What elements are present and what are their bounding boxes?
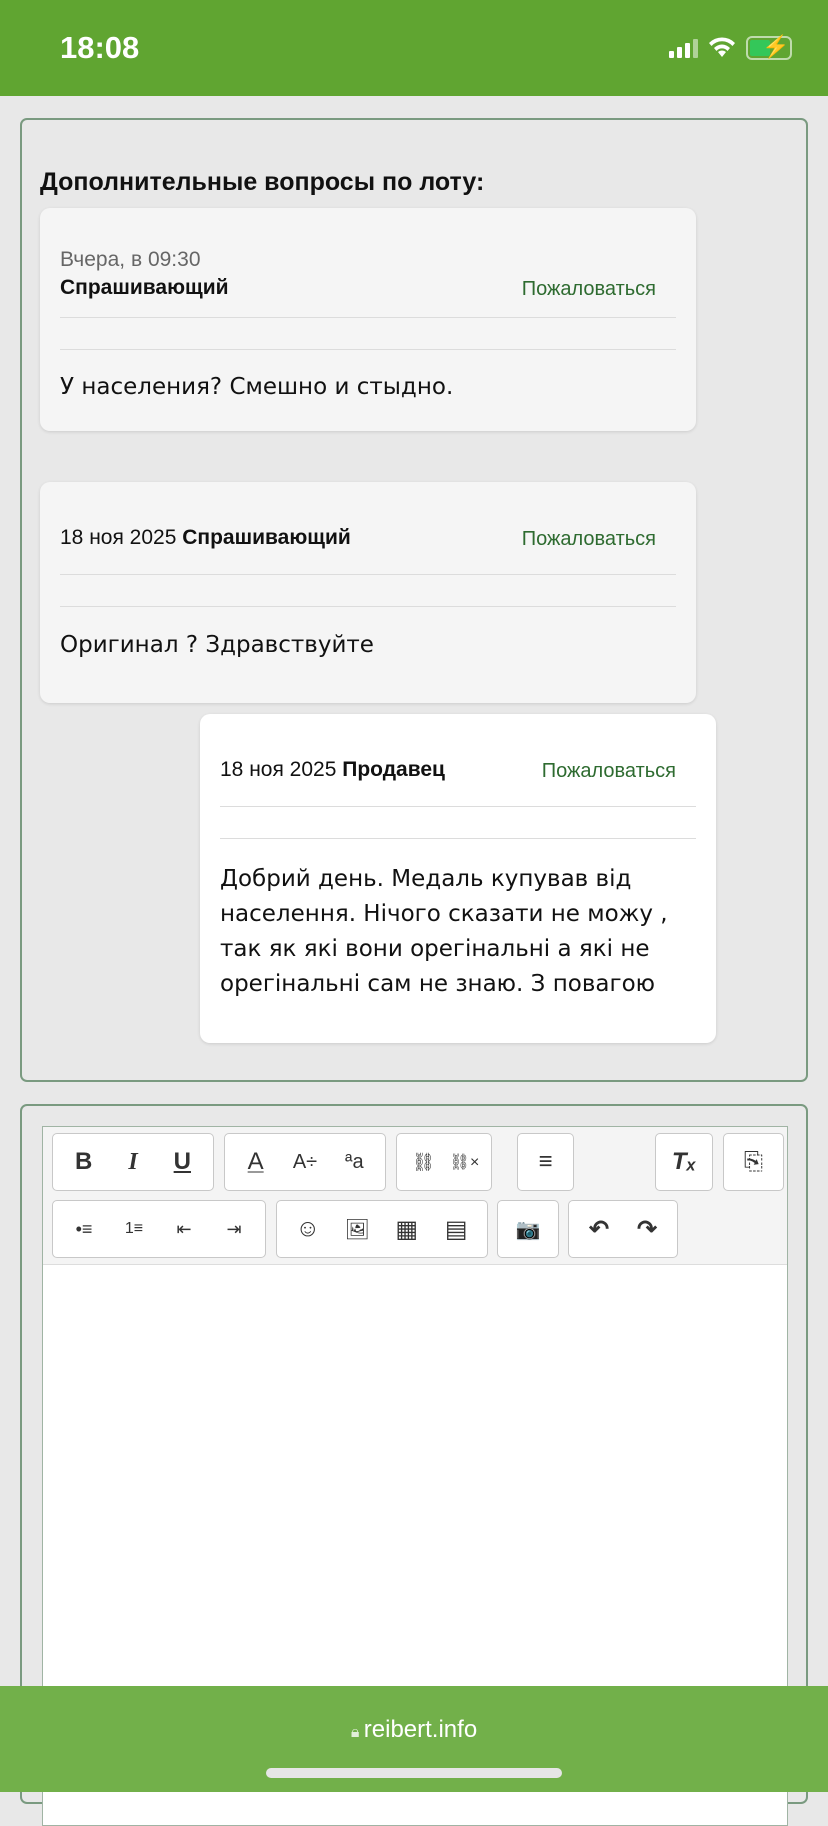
comment-text: У населения? Смешно и стыдно. xyxy=(60,374,454,400)
image-button[interactable]: 🖼 xyxy=(337,1217,377,1242)
comment-date: 18 ноя 2025 xyxy=(60,526,177,549)
font-color-button[interactable]: A xyxy=(236,1148,276,1176)
comment-author: Спрашивающий xyxy=(182,526,351,549)
browser-bar: 🔒︎ reibert.info xyxy=(0,1686,828,1792)
seller-reply-card: 18 ноя 2025 Продавец Пожаловаться Добрий… xyxy=(200,714,716,1043)
divider xyxy=(60,574,676,575)
url-text: reibert.info xyxy=(363,1716,478,1743)
wifi-icon xyxy=(709,37,735,57)
indent-button[interactable]: ⇥ xyxy=(214,1219,254,1240)
comment-author: Продавец xyxy=(342,758,445,781)
template-button[interactable]: ▤ xyxy=(436,1215,476,1244)
url-field[interactable]: 🔒︎ reibert.info xyxy=(0,1716,828,1744)
comment-text: Добрий день. Медаль купував від населенн… xyxy=(220,866,668,997)
redo-button[interactable]: ↷ xyxy=(627,1215,667,1244)
camera-button[interactable]: 📷 xyxy=(508,1217,548,1242)
report-link[interactable]: Пожаловаться xyxy=(522,278,656,301)
comment-date: 18 ноя 2025 xyxy=(220,758,337,781)
questions-panel: Дополнительные вопросы по лоту: Вчера, в… xyxy=(20,118,808,1082)
section-title: Дополнительные вопросы по лоту: xyxy=(40,168,485,196)
editor-toolbar: B I U A A÷ ªa ⛓ ⛓× ≡ Tₓ ⎘ •≡ 1≡ ⇤ ⇥ ☺ 🖼 … xyxy=(43,1127,787,1265)
undo-button[interactable]: ↶ xyxy=(579,1215,619,1244)
underline-button[interactable]: U xyxy=(162,1148,202,1176)
status-bar: 18:08 ⚡ xyxy=(0,0,828,96)
bold-button[interactable]: B xyxy=(64,1148,104,1176)
comment-card: Вчера, в 09:30 Спрашивающий Пожаловаться… xyxy=(40,208,696,431)
comment-card: 18 ноя 2025 Спрашивающий Пожаловаться Ор… xyxy=(40,482,696,703)
comment-date: Вчера, в 09:30 xyxy=(60,248,201,271)
source-button[interactable]: ⎘ xyxy=(734,1148,774,1176)
home-indicator[interactable] xyxy=(266,1768,562,1778)
numbered-list-button[interactable]: 1≡ xyxy=(114,1220,154,1238)
unlink-button[interactable]: ⛓× xyxy=(445,1152,485,1172)
link-button[interactable]: ⛓ xyxy=(404,1152,444,1173)
divider xyxy=(220,838,696,839)
report-link[interactable]: Пожаловаться xyxy=(542,760,676,783)
align-button[interactable]: ≡ xyxy=(526,1148,566,1176)
lock-icon: 🔒︎ xyxy=(350,1724,364,1741)
smiley-button[interactable]: ☺ xyxy=(288,1215,328,1243)
signal-icon xyxy=(669,38,698,58)
clock: 18:08 xyxy=(60,30,140,65)
clear-format-button[interactable]: Tₓ xyxy=(664,1148,704,1176)
outdent-button[interactable]: ⇤ xyxy=(164,1219,204,1240)
comment-text: Оригинал ? Здравствуйте xyxy=(60,632,374,658)
battery-icon: ⚡ xyxy=(746,34,792,60)
bullet-list-button[interactable]: •≡ xyxy=(64,1219,104,1240)
divider xyxy=(60,317,676,318)
media-button[interactable]: ▦ xyxy=(387,1215,427,1244)
font-size-button[interactable]: A÷ xyxy=(285,1151,325,1174)
divider xyxy=(60,349,676,350)
comment-author: Спрашивающий xyxy=(60,276,229,299)
divider xyxy=(60,606,676,607)
report-link[interactable]: Пожаловаться xyxy=(522,528,656,551)
italic-button[interactable]: I xyxy=(113,1149,153,1176)
font-style-button[interactable]: ªa xyxy=(334,1151,374,1174)
divider xyxy=(220,806,696,807)
